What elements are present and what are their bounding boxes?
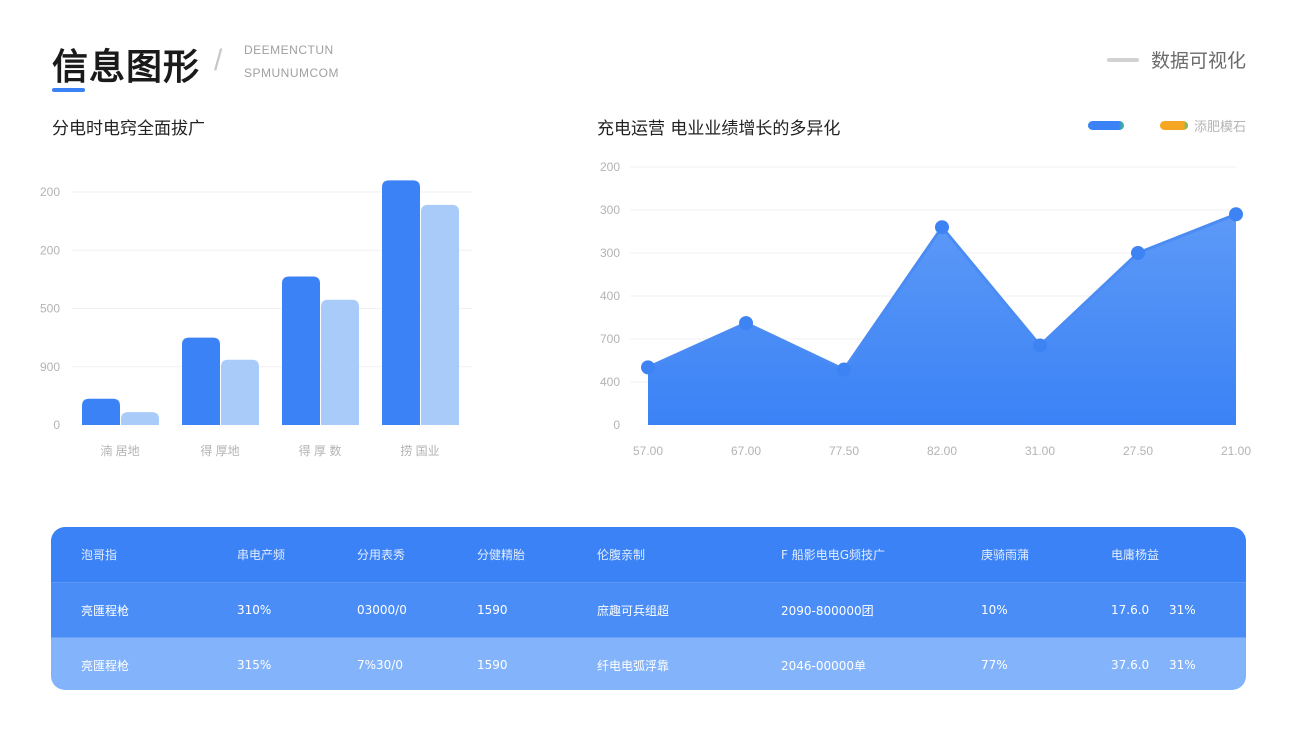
- area-y-tick-label: 200: [600, 160, 620, 174]
- area-point: [739, 316, 753, 331]
- area-point: [935, 220, 949, 235]
- area-x-tick-label: 21.00: [1221, 444, 1251, 458]
- area-point: [1033, 338, 1047, 353]
- area-point: [641, 360, 655, 375]
- area-x-tick-label: 27.50: [1123, 444, 1153, 458]
- table-cell: F 船影电电G频技广: [781, 548, 886, 562]
- table-cell: 37.6.0: [1111, 658, 1150, 672]
- area-y-tick-label: 300: [600, 246, 620, 260]
- area-y-tick-label: 300: [600, 203, 620, 217]
- table-cell: 亮匯程枪: [81, 603, 130, 618]
- table-cell: 10%: [981, 603, 1008, 617]
- table-cell: 31%: [1169, 603, 1196, 617]
- table-cell: 电庸杨益: [1111, 548, 1160, 562]
- table-cell: 亮匯程枪: [81, 658, 130, 673]
- table-cell: 纤电电弧浮靠: [597, 658, 670, 673]
- table-cell: 庶趣可兵组超: [597, 603, 670, 618]
- table-cell: 77%: [981, 658, 1008, 672]
- table-cell: 03000/0: [357, 603, 407, 617]
- table-cell: 伦腹亲制: [597, 548, 646, 562]
- area-y-tick-label: 700: [600, 332, 620, 346]
- table-row: 亮匯程枪 310% 03000/0 1590 庶趣可兵组超 2090-800000团 10%…: [51, 583, 1246, 638]
- table-cell: 2090-800000团: [781, 603, 874, 618]
- area-point: [1131, 246, 1145, 260]
- data-table: 泡哥指 串电产频 分用表秀 分健精胎 伦腹亲制 F 船影电电G频技广 庚骑雨蒲 电庸杨益亮匯程…: [51, 527, 1246, 690]
- area-y-tick-label: 0: [613, 418, 620, 432]
- table-cell: 315%: [237, 658, 272, 672]
- table-cell: 7%30/0: [357, 658, 403, 672]
- table-cell: 310%: [237, 603, 272, 617]
- area-point: [1229, 207, 1243, 222]
- table-cell: 1590: [477, 658, 508, 672]
- area-x-tick-label: 31.00: [1025, 444, 1055, 458]
- table-cell: 分健精胎: [477, 548, 526, 562]
- area-x-tick-label: 57.00: [633, 444, 663, 458]
- table-cell: 串电产频: [237, 548, 286, 562]
- area-point: [837, 362, 851, 377]
- area-y-tick-label: 400: [600, 375, 620, 389]
- table-cell: 1590: [477, 603, 508, 617]
- table-cell: 17.6.0: [1111, 603, 1150, 617]
- table-cell: 2046-00000单: [781, 658, 867, 673]
- table-cell: 31%: [1169, 658, 1196, 672]
- area-x-tick-label: 67.00: [731, 444, 761, 458]
- area-x-tick-label: 82.00: [927, 444, 957, 458]
- table-cell: 泡哥指: [81, 548, 118, 562]
- table-header-row: 泡哥指 串电产频 分用表秀 分健精胎 伦腹亲制 F 船影电电G频技广 庚骑雨蒲 电庸杨益: [51, 527, 1246, 583]
- area-x-tick-label: 77.50: [829, 444, 859, 458]
- area-y-tick-label: 400: [600, 289, 620, 303]
- area-fill: [648, 214, 1236, 425]
- table-cell: 分用表秀: [357, 548, 406, 562]
- table-cell: 庚骑雨蒲: [981, 548, 1030, 562]
- table-row: 亮匯程枪 315% 7%30/0 1590 纤电电弧浮靠 2046-00000单 77% 37…: [51, 638, 1246, 690]
